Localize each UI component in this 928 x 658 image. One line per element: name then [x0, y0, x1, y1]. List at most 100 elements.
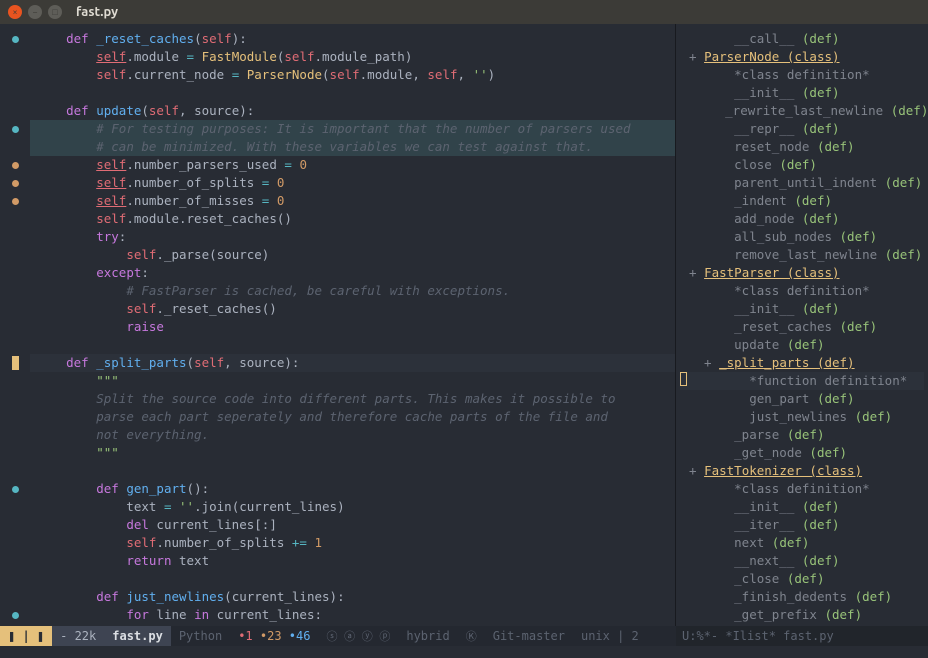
statusbar-right: U:%*- *Ilist* fast.py: [676, 626, 928, 646]
maximize-icon[interactable]: □: [48, 5, 62, 19]
code-line[interactable]: def _split_parts(self, source):: [30, 354, 675, 372]
outline-item[interactable]: *class definition*: [680, 480, 924, 498]
outline-item[interactable]: _get_prefix (def): [680, 606, 924, 624]
gutter-mark: [0, 30, 30, 48]
code-line[interactable]: self.module.reset_caches(): [30, 210, 675, 228]
code-line[interactable]: except:: [30, 264, 675, 282]
outline-item[interactable]: parent_until_indent (def): [680, 174, 924, 192]
outline-item[interactable]: _finish_dedents (def): [680, 588, 924, 606]
git-branch[interactable]: Git-master: [485, 626, 573, 646]
code-line[interactable]: """: [30, 372, 675, 390]
gutter-mark: [0, 552, 30, 570]
code-line[interactable]: self.number_parsers_used = 0: [30, 156, 675, 174]
gutter-mark: [0, 228, 30, 246]
outline-item[interactable]: __init__ (def): [680, 300, 924, 318]
outline-item[interactable]: __init__ (def): [680, 498, 924, 516]
gutter-mark: [0, 534, 30, 552]
code-line[interactable]: not everything.: [30, 426, 675, 444]
outline-heading[interactable]: + _split_parts (def): [680, 354, 924, 372]
outline-item[interactable]: __call__ (def): [680, 30, 924, 48]
code-line[interactable]: return text: [30, 552, 675, 570]
gutter-mark: [0, 48, 30, 66]
gutter-mark: [0, 408, 30, 426]
outline-item[interactable]: _get_node (def): [680, 444, 924, 462]
code-line[interactable]: self.number_of_splits += 1: [30, 534, 675, 552]
code-line[interactable]: del current_lines[:]: [30, 516, 675, 534]
outline-item[interactable]: _reset_caches (def): [680, 318, 924, 336]
code-area[interactable]: def _reset_caches(self): self.module = F…: [30, 24, 675, 626]
outline-item[interactable]: update (def): [680, 336, 924, 354]
code-line[interactable]: def just_newlines(current_lines):: [30, 588, 675, 606]
outline-item[interactable]: remove_last_newline (def): [680, 246, 924, 264]
outline-heading[interactable]: + FastParser (class): [680, 264, 924, 282]
outline-heading[interactable]: + FastTokenizer (class): [680, 462, 924, 480]
outline-item[interactable]: _indent (def): [680, 192, 924, 210]
outline-sidebar[interactable]: __call__ (def)+ ParserNode (class) *clas…: [676, 24, 928, 626]
gutter-mark: [0, 462, 30, 480]
code-line[interactable]: def _reset_caches(self):: [30, 30, 675, 48]
code-line[interactable]: self.module = FastModule(self.module_pat…: [30, 48, 675, 66]
outline-item[interactable]: reset_node (def): [680, 138, 924, 156]
code-line[interactable]: """: [30, 444, 675, 462]
outline-item[interactable]: __iter__ (def): [680, 516, 924, 534]
code-line[interactable]: [30, 462, 675, 480]
code-line[interactable]: self.number_of_misses = 0: [30, 192, 675, 210]
outline-item[interactable]: gen_part (def): [680, 390, 924, 408]
language-mode[interactable]: Python: [171, 626, 230, 646]
flags: ⓢ ⓐ ⓨ ⓟ: [318, 626, 398, 646]
editor-gutter: [0, 24, 30, 626]
outline-item[interactable]: next (def): [680, 534, 924, 552]
error-counts[interactable]: •1 •23 •46: [230, 626, 318, 646]
code-line[interactable]: def gen_part():: [30, 480, 675, 498]
code-line[interactable]: [30, 336, 675, 354]
gutter-mark: [0, 174, 30, 192]
editor-pane[interactable]: def _reset_caches(self): self.module = F…: [0, 24, 676, 626]
gutter-mark: [0, 426, 30, 444]
outline-item[interactable]: close (def): [680, 156, 924, 174]
gutter-mark: [0, 300, 30, 318]
gutter-mark: [0, 480, 30, 498]
window-titlebar: × − □ fast.py: [0, 0, 928, 24]
window-title: fast.py: [76, 5, 118, 19]
outline-item[interactable]: all_sub_nodes (def): [680, 228, 924, 246]
gutter-mark: [0, 570, 30, 588]
gutter-mark: [0, 588, 30, 606]
outline-item[interactable]: __next__ (def): [680, 552, 924, 570]
outline-item[interactable]: _close (def): [680, 570, 924, 588]
code-line[interactable]: try:: [30, 228, 675, 246]
code-line[interactable]: self.current_node = ParserNode(self.modu…: [30, 66, 675, 84]
close-icon[interactable]: ×: [8, 5, 22, 19]
outline-item[interactable]: _rewrite_last_newline (def): [680, 102, 924, 120]
code-line[interactable]: Split the source code into different par…: [30, 390, 675, 408]
code-line[interactable]: text = ''.join(current_lines): [30, 498, 675, 516]
outline-heading[interactable]: + ParserNode (class): [680, 48, 924, 66]
code-line[interactable]: def update(self, source):: [30, 102, 675, 120]
code-line[interactable]: # FastParser is cached, be careful with …: [30, 282, 675, 300]
code-line[interactable]: self.number_of_splits = 0: [30, 174, 675, 192]
gutter-mark: [0, 354, 30, 372]
gutter-mark: [0, 498, 30, 516]
outline-item[interactable]: __repr__ (def): [680, 120, 924, 138]
outline-item[interactable]: just_newlines (def): [680, 408, 924, 426]
code-line[interactable]: [30, 570, 675, 588]
outline-item[interactable]: add_node (def): [680, 210, 924, 228]
outline-item[interactable]: __init__ (def): [680, 84, 924, 102]
outline-item[interactable]: *class definition*: [680, 282, 924, 300]
outline-item[interactable]: *class definition*: [680, 66, 924, 84]
code-line[interactable]: self._parse(source): [30, 246, 675, 264]
outline-item[interactable]: _parse (def): [680, 426, 924, 444]
statusbar: ❚ | ❚ - 22k fast.py Python •1 •23 •46 ⓢ …: [0, 626, 928, 646]
minimize-icon[interactable]: −: [28, 5, 42, 19]
code-line[interactable]: for line in current_lines:: [30, 606, 675, 624]
outline-item[interactable]: *function definition*: [680, 372, 924, 390]
hybrid-indicator: hybrid: [398, 626, 457, 646]
code-line[interactable]: raise: [30, 318, 675, 336]
code-line[interactable]: # can be minimized. With these variables…: [30, 138, 675, 156]
code-line[interactable]: parse each part seperately and therefore…: [30, 408, 675, 426]
file-size: - 22k: [52, 626, 104, 646]
code-line[interactable]: # For testing purposes: It is important …: [30, 120, 675, 138]
code-line[interactable]: self._reset_caches(): [30, 300, 675, 318]
gutter-mark: [0, 246, 30, 264]
code-line[interactable]: [30, 84, 675, 102]
mode-indicator: ❚ | ❚: [0, 626, 52, 646]
